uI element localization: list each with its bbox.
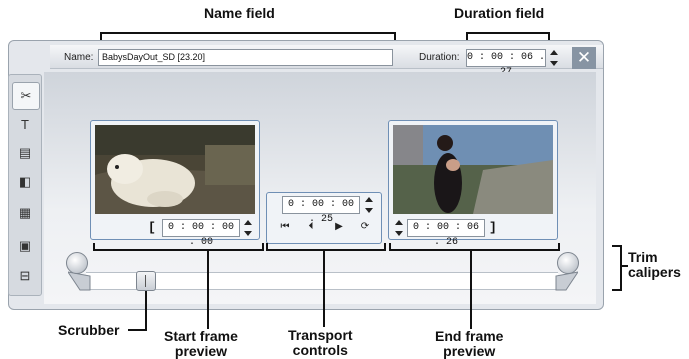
play-icon: ▶ <box>335 221 343 232</box>
end-timecode-spinner[interactable] <box>394 219 404 237</box>
clapper-icon[interactable]: ▦ <box>15 203 35 223</box>
start-frame-preview-text: Start frame preview <box>164 328 238 359</box>
transport-timecode-input[interactable]: 0 : 00 : 00 . 25 <box>282 196 360 225</box>
duration-field-bracket <box>466 32 550 40</box>
end-frame-image <box>393 125 553 214</box>
play-button[interactable]: ▶ <box>330 219 348 235</box>
end-preview-bracket <box>389 243 560 251</box>
start-preview-bracket <box>93 243 264 251</box>
callout-transport-controls: Transport controls <box>288 328 353 358</box>
duration-spinner[interactable] <box>549 49 559 67</box>
end-timecode-input[interactable]: 0 : 00 : 06 . 26 <box>407 219 485 248</box>
transport-timecode-spinner[interactable] <box>364 196 374 214</box>
callout-trim-calipers: Trim calipers <box>628 250 681 280</box>
name-input[interactable]: BabysDayOut_SD [23.20] <box>98 49 393 66</box>
end-frame-preview-text: End frame preview <box>435 328 504 359</box>
name-label: Name: <box>64 52 94 63</box>
callout-start-frame-preview: Start frame preview <box>164 329 238 359</box>
loop-button[interactable]: ⟳ <box>356 219 374 235</box>
duration-label: Duration: <box>419 52 460 63</box>
trim-calipers-bracket <box>612 245 622 291</box>
right-trim-caliper[interactable] <box>557 252 579 274</box>
start-frame-image <box>95 125 255 214</box>
loop-icon: ⟳ <box>360 221 370 232</box>
trim-calipers-pointer <box>620 265 628 267</box>
callout-end-frame-preview: End frame preview <box>435 329 503 359</box>
callout-scrubber: Scrubber <box>58 322 120 338</box>
text-icon[interactable]: T <box>15 115 35 135</box>
name-field-bracket <box>100 32 396 40</box>
rewind-to-start-button[interactable]: ⏮ <box>276 219 294 235</box>
close-icon: ✕ <box>576 48 592 67</box>
start-preview-pointer <box>207 251 209 329</box>
rewind-to-start-icon: ⏮ <box>280 221 290 232</box>
callout-name-field: Name field <box>204 5 275 21</box>
step-back-button[interactable]: ⏴ <box>302 219 320 235</box>
trim-calipers-text: Trim calipers <box>628 249 681 280</box>
duration-input[interactable]: 0 : 00 : 06 . 27 <box>466 49 546 78</box>
subtitle-icon[interactable]: ▤ <box>15 143 35 163</box>
transport-pointer <box>323 251 325 327</box>
callout-duration-field: Duration field <box>454 5 545 21</box>
trim-track[interactable] <box>86 272 558 290</box>
scrubber-handle[interactable] <box>136 271 156 291</box>
start-timecode-spinner[interactable] <box>243 219 253 237</box>
plug-icon[interactable]: ⊟ <box>15 266 35 286</box>
frame-icon[interactable]: ▣ <box>15 236 35 256</box>
scissors-icon[interactable]: ✂ <box>12 82 40 110</box>
start-timecode-input[interactable]: 0 : 00 : 00 . 00 <box>162 219 240 248</box>
end-preview-pointer <box>470 251 472 329</box>
start-mark-bracket: [ <box>148 220 156 235</box>
scrubber-pointer <box>145 291 147 331</box>
audio-icon[interactable]: ◧ <box>15 172 35 192</box>
scrubber-pointer-h <box>128 329 146 331</box>
left-trim-caliper[interactable] <box>66 252 88 274</box>
end-mark-bracket: ] <box>489 220 497 235</box>
step-back-icon: ⏴ <box>308 221 314 232</box>
transport-controls-text: Transport controls <box>288 327 353 358</box>
close-button[interactable]: ✕ <box>572 47 596 69</box>
transport-bracket <box>266 243 386 251</box>
